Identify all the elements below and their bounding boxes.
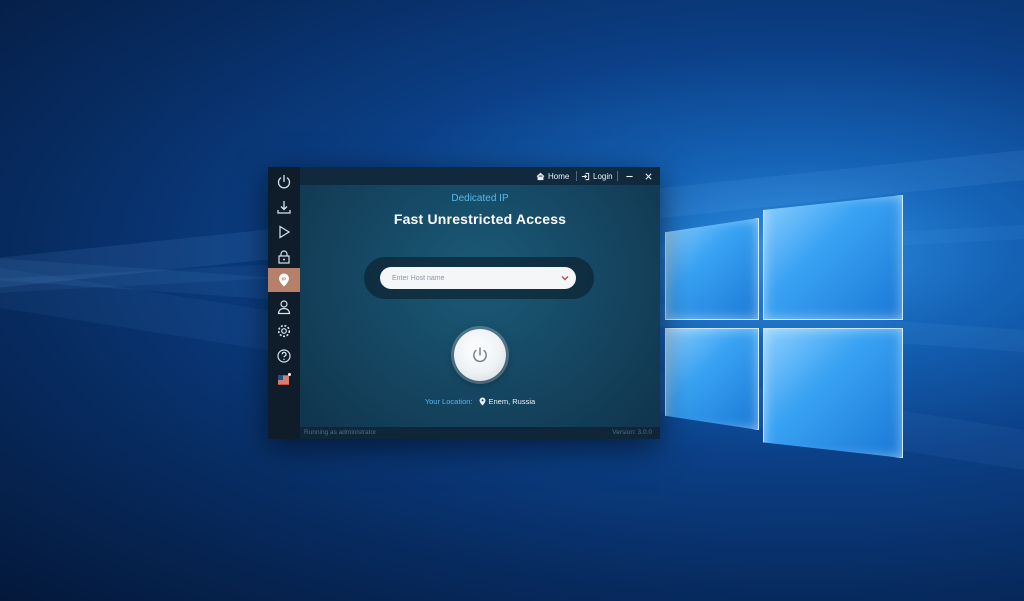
flag-icon bbox=[278, 373, 291, 385]
home-label: Home bbox=[548, 171, 570, 181]
download-icon bbox=[277, 201, 291, 214]
chevron-down-icon[interactable] bbox=[560, 273, 570, 283]
sidebar-item-security[interactable] bbox=[268, 245, 300, 269]
sidebar-item-stream[interactable] bbox=[268, 220, 300, 244]
titlebar: Home Login bbox=[300, 167, 660, 185]
login-label: Login bbox=[593, 171, 613, 181]
map-pin-icon bbox=[479, 397, 485, 406]
titlebar-divider bbox=[576, 171, 577, 181]
home-icon bbox=[536, 172, 545, 180]
user-icon bbox=[277, 300, 291, 315]
gear-icon bbox=[277, 324, 291, 338]
page-title: Fast Unrestricted Access bbox=[393, 211, 567, 227]
play-icon bbox=[279, 225, 291, 239]
help-icon bbox=[277, 349, 291, 363]
host-name-input[interactable]: Enter Host name bbox=[380, 267, 576, 289]
sidebar-item-account[interactable] bbox=[268, 295, 300, 319]
host-field-container: Enter Host name bbox=[364, 257, 594, 299]
windows-logo-pane bbox=[763, 328, 903, 458]
sidebar-item-dedicated-ip[interactable]: IP bbox=[268, 268, 300, 292]
sidebar-item-download[interactable] bbox=[268, 195, 300, 219]
login-icon bbox=[581, 172, 590, 180]
minimize-button[interactable] bbox=[625, 169, 634, 183]
windows-logo bbox=[655, 190, 905, 470]
home-button[interactable]: Home bbox=[536, 169, 569, 183]
power-icon bbox=[473, 347, 487, 363]
admin-status: Running as administrator bbox=[304, 429, 377, 436]
power-icon bbox=[277, 174, 291, 189]
login-button[interactable]: Login bbox=[581, 169, 613, 183]
windows-logo-pane bbox=[665, 218, 759, 320]
location-info: Your Location: Enem, Russia bbox=[300, 397, 660, 406]
vpn-app-window: IP Home Login Dedicated IP Fast Unrestri… bbox=[268, 167, 660, 439]
sidebar: IP bbox=[268, 167, 300, 439]
lock-icon bbox=[278, 250, 290, 264]
main-panel: Home Login Dedicated IP Fast Unrestricte… bbox=[300, 167, 660, 439]
windows-logo-pane bbox=[763, 195, 903, 320]
close-button[interactable] bbox=[644, 169, 653, 183]
dedicated-ip-icon: IP bbox=[279, 273, 289, 287]
connect-power-button[interactable] bbox=[454, 329, 506, 381]
version-label: Version: 3.0.0 bbox=[612, 429, 652, 436]
sidebar-item-connect[interactable] bbox=[268, 170, 300, 194]
titlebar-divider bbox=[617, 171, 618, 181]
location-label: Your Location: bbox=[424, 397, 473, 406]
sidebar-item-language[interactable] bbox=[268, 368, 300, 392]
minimize-icon bbox=[626, 175, 633, 177]
sidebar-item-settings[interactable] bbox=[268, 319, 300, 343]
close-icon bbox=[645, 172, 652, 180]
sidebar-item-help[interactable] bbox=[268, 344, 300, 368]
windows-logo-pane bbox=[665, 328, 759, 430]
location-value: Enem, Russia bbox=[488, 397, 536, 406]
svg-text:IP: IP bbox=[282, 277, 286, 282]
location-value-wrap: Enem, Russia bbox=[479, 397, 536, 406]
page-subtitle: Dedicated IP bbox=[451, 193, 509, 204]
status-bar: Running as administrator Version: 3.0.0 bbox=[300, 427, 660, 439]
